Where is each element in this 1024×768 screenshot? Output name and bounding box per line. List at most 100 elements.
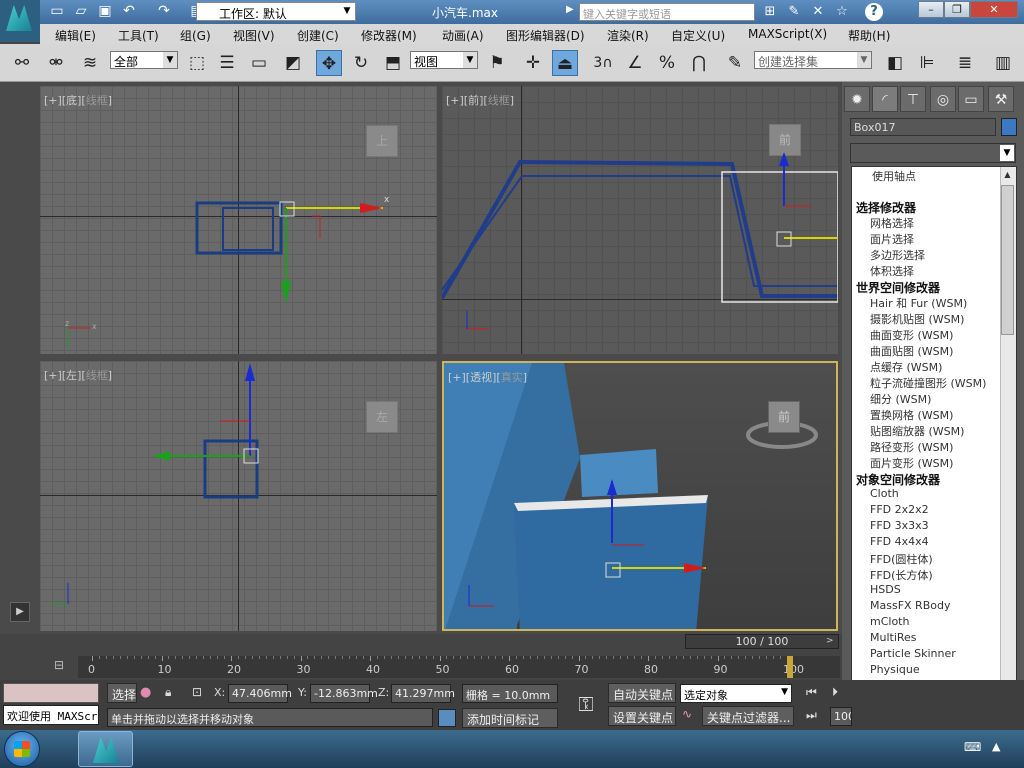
modifier-list-item[interactable]: MultiRes — [870, 631, 917, 644]
display-icon[interactable]: ▭ — [958, 86, 984, 112]
edit-named-selection-icon[interactable]: ✎ — [722, 50, 748, 76]
link-icon[interactable]: ⚯ — [9, 50, 35, 76]
app-menu-button[interactable] — [0, 0, 40, 42]
menu-group[interactable]: 组(G) — [180, 27, 211, 44]
next-frame-icon[interactable]: > — [826, 636, 838, 648]
set-key-icon[interactable]: ⚿ — [568, 686, 604, 722]
manipulate-icon[interactable]: ✛ — [520, 50, 546, 76]
spinner-snap-icon[interactable]: ⋂ — [686, 50, 712, 76]
menu-rendering[interactable]: 渲染(R) — [607, 27, 649, 44]
frame-marker[interactable] — [787, 656, 793, 678]
workspace-select[interactable]: 工作区: 默认 ▼ — [196, 2, 356, 21]
viewport-bottom[interactable]: [+][底][线框] 上 x z x — [40, 86, 437, 354]
named-selection-select[interactable]: 创建选择集 ▼ — [754, 51, 872, 69]
key-target-select[interactable]: 选定对象 ▼ — [680, 684, 792, 703]
modifier-list-item[interactable]: 细分 (WSM) — [870, 391, 931, 407]
key-mode-icon[interactable]: ⏭ — [806, 708, 817, 723]
menu-customize[interactable]: 自定义(U) — [671, 27, 725, 44]
track-bar[interactable]: 0 10 20 30 40 50 60 70 80 90 100 — [78, 656, 840, 678]
align-icon[interactable]: ⊫ — [914, 50, 940, 76]
modifier-list-item[interactable]: 曲面贴图 (WSM) — [870, 343, 953, 359]
menu-maxscript[interactable]: MAXScript(X) — [748, 27, 827, 41]
viewcube[interactable]: 前 — [768, 401, 800, 433]
communication-icon[interactable]: ✕ — [808, 3, 828, 21]
select-by-name-icon[interactable]: ☰ — [214, 50, 240, 76]
modifier-list-item[interactable]: FFD(长方体) — [870, 567, 933, 583]
open-icon[interactable]: ▱ — [72, 3, 90, 20]
modifier-list-item[interactable]: 路径变形 (WSM) — [870, 439, 953, 455]
key-filters-button[interactable]: 关键点过滤器... — [702, 706, 794, 726]
modifier-list-item[interactable]: FFD(圆柱体) — [870, 551, 933, 567]
object-color-swatch[interactable] — [1001, 118, 1017, 136]
select-and-rotate-icon[interactable]: ↻ — [348, 50, 374, 76]
object-name-field[interactable]: Box017 — [850, 118, 996, 136]
modifier-list-item[interactable]: 置换网格 (WSM) — [870, 407, 953, 423]
new-icon[interactable]: ▭ — [48, 3, 66, 20]
lock-icon[interactable]: 🔒︎ — [165, 685, 179, 701]
x-coordinate-field[interactable]: 47.406mm — [228, 684, 292, 703]
tray-arrow-icon[interactable]: ▲ — [992, 740, 1000, 753]
menu-graph-editors[interactable]: 图形编辑器(D) — [506, 27, 585, 44]
modifier-list-item[interactable]: 贴图缩放器 (WSM) — [870, 423, 964, 439]
reference-coordinate-select[interactable]: 视图 ▼ — [410, 51, 478, 69]
maxscript-input[interactable]: 欢迎使用 MAXScr — [3, 705, 99, 725]
menu-views[interactable]: 视图(V) — [233, 27, 275, 44]
modifier-list-item[interactable]: 摄影机贴图 (WSM) — [870, 311, 964, 327]
undo-icon[interactable]: ↶ — [120, 3, 138, 20]
hierarchy-icon[interactable]: ⊤ — [900, 86, 926, 112]
select-and-move-icon[interactable]: ✥ — [316, 50, 342, 76]
select-and-scale-icon[interactable]: ⬒ — [380, 50, 406, 76]
modifier-list-select[interactable]: ▼ — [850, 143, 1016, 163]
modifier-list-item[interactable]: 面片变形 (WSM) — [870, 455, 953, 471]
menu-help[interactable]: 帮助(H) — [848, 27, 890, 44]
subscription-icon[interactable]: ✎ — [784, 3, 804, 21]
modifier-list-item[interactable]: 网格选择 — [870, 215, 914, 231]
modifier-list-item[interactable]: FFD 2x2x2 — [870, 503, 929, 516]
taskbar-3dsmax-button[interactable] — [78, 731, 133, 767]
current-frame-field[interactable]: 100 — [830, 707, 852, 726]
modifier-list-item[interactable]: FFD 4x4x4 — [870, 535, 929, 548]
modifier-list-item[interactable]: FFD 3x3x3 — [870, 519, 929, 532]
modifier-list-item[interactable]: 多边形选择 — [870, 247, 925, 263]
play-icon[interactable]: ⏵ — [832, 685, 838, 700]
percent-snap-icon[interactable]: % — [654, 50, 680, 76]
window-crossing-icon[interactable]: ◩ — [280, 50, 306, 76]
menu-edit[interactable]: 编辑(E) — [55, 27, 96, 44]
auto-key-button[interactable]: 自动关键点 — [608, 683, 676, 703]
modifier-list-item[interactable]: MassFX RBody — [870, 599, 950, 612]
restore-button[interactable]: ❐ — [944, 1, 970, 18]
y-coordinate-field[interactable]: -12.863mm — [310, 684, 378, 703]
set-key-button[interactable]: 设置关键点 — [608, 706, 676, 726]
select-object-icon[interactable]: ⬚ — [184, 50, 210, 76]
menu-tools[interactable]: 工具(T) — [118, 27, 159, 44]
modifier-list-item[interactable]: HSDS — [870, 583, 901, 596]
z-coordinate-field[interactable]: 41.297mm — [391, 684, 455, 703]
bind-spacewarp-icon[interactable]: ≋ — [77, 50, 103, 76]
menu-animation[interactable]: 动画(A) — [442, 27, 484, 44]
snaps-toggle-icon[interactable]: 3∩ — [590, 50, 616, 76]
close-button[interactable]: ✕ — [970, 1, 1018, 18]
modifier-list-item[interactable]: 使用轴点 — [872, 168, 916, 184]
scrollbar-thumb[interactable] — [1001, 185, 1014, 335]
motion-icon[interactable]: ◎ — [930, 86, 956, 112]
binoculars-icon[interactable]: ⊞ — [760, 3, 780, 21]
add-time-tag-button[interactable]: 添加时间标记 — [462, 708, 558, 728]
viewport-left[interactable]: [+][左][线框] 左 — [40, 361, 437, 631]
isolate-selection-icon[interactable]: ● — [140, 685, 154, 701]
modifier-list-item[interactable]: Particle Skinner — [870, 647, 956, 660]
menu-create[interactable]: 创建(C) — [297, 27, 339, 44]
utilities-icon[interactable]: ⚒ — [988, 86, 1014, 112]
viewport-perspective[interactable]: [+][透视][真实] 前 — [442, 361, 838, 631]
search-input[interactable]: 键入关键字或短语 — [579, 3, 755, 21]
time-slider[interactable]: 100 / 100 — [685, 634, 839, 649]
viewport-label[interactable]: [+][透视][真实] — [448, 369, 527, 385]
redo-icon[interactable]: ↷ — [155, 3, 173, 20]
modifier-list-item[interactable]: 曲面变形 (WSM) — [870, 327, 953, 343]
create-icon[interactable]: ✹ — [844, 86, 870, 112]
angle-snap-icon[interactable]: ∠ — [622, 50, 648, 76]
absolute-mode-icon[interactable]: ⊡ — [192, 685, 206, 701]
modifier-list-item[interactable]: Cloth — [870, 487, 899, 500]
play-arrow-icon[interactable]: ▶ — [566, 4, 576, 20]
render-setup-icon[interactable]: ▥ — [990, 50, 1016, 76]
menu-modifiers[interactable]: 修改器(M) — [361, 27, 417, 44]
